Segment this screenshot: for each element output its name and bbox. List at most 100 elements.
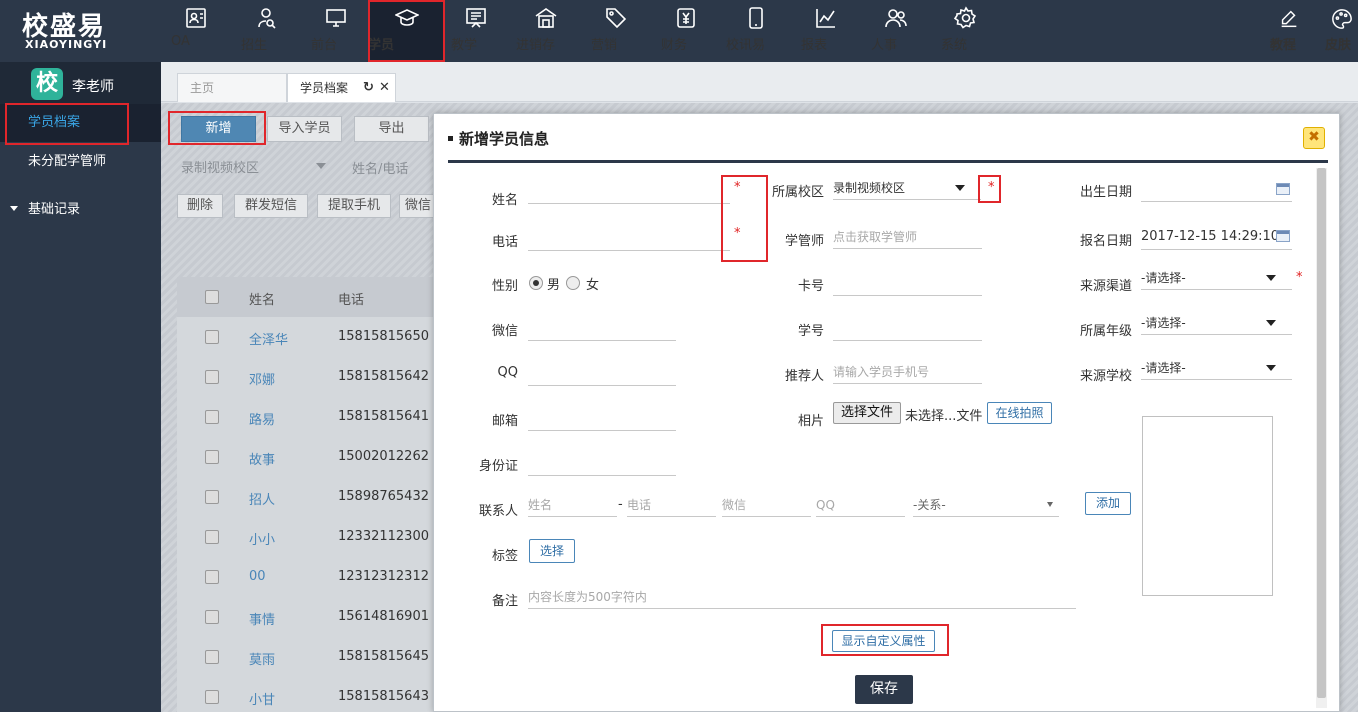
contact-relation-select[interactable]: -关系- [913,493,1059,517]
email-input[interactable] [528,407,676,431]
sidebar-item-student-records[interactable]: 学员档案 [0,104,161,142]
referrer-input[interactable] [833,360,982,384]
student-name-link[interactable]: 事情 [249,609,275,628]
header-phone: 电话 [338,293,365,308]
card-no-input[interactable] [833,272,982,296]
row-checkbox[interactable] [205,610,219,624]
enroll-date-value[interactable]: 2017-12-15 14:29:10 [1141,229,1279,244]
remark-input[interactable] [528,585,1076,609]
contact-add-button[interactable]: 添加 [1085,492,1131,515]
calendar-icon[interactable] [1276,183,1290,195]
student-phone: 15898765432 [338,489,429,504]
enroll-date-label: 报名日期 [1079,234,1132,249]
student-name-link[interactable]: 招人 [249,489,275,508]
source-school-select[interactable]: -请选择- [1141,356,1292,380]
contact-phone-input[interactable] [627,493,716,517]
nav-school-news[interactable]: 校讯易 [726,0,786,62]
nav-skin[interactable]: 皮肤 [1325,0,1358,62]
online-photo-button[interactable]: 在线拍照 [987,402,1052,424]
nav-tutorial[interactable]: 教程 [1270,0,1308,62]
logo: 校盛易 XIAOYINGYI [0,0,160,62]
nav-system[interactable]: 系统 [941,0,991,62]
campus-select[interactable]: 录制视频校区 [833,176,981,200]
palette-icon [1331,9,1352,29]
student-no-input[interactable] [833,317,982,341]
show-custom-attributes-button[interactable]: 显示自定义属性 [832,630,935,652]
row-checkbox[interactable] [205,450,219,464]
nav-inventory[interactable]: 进销存 [516,0,576,62]
row-checkbox[interactable] [205,330,219,344]
gender-male-radio[interactable] [529,276,543,290]
delete-button[interactable]: 删除 [177,194,223,218]
person-search-icon [258,8,276,29]
close-tab-icon[interactable]: ✕ [379,74,390,102]
select-all-checkbox[interactable] [205,290,219,304]
id-card-input[interactable] [528,452,676,476]
tab-home[interactable]: 主页 [177,73,287,102]
student-name-link[interactable]: 00 [249,569,266,584]
title-divider [448,160,1328,163]
student-name-link[interactable]: 小甘 [249,689,275,708]
manager-input[interactable] [833,225,982,249]
add-button[interactable]: 新增 [181,116,256,142]
nav-teaching[interactable]: 教学 [451,0,501,62]
scrollbar-thumb[interactable] [1317,168,1326,698]
tab-student-records[interactable]: 学员档案 ↻ ✕ [287,73,396,102]
row-checkbox[interactable] [205,410,219,424]
search-input[interactable]: 姓名/电话 [352,158,408,177]
nav-frontdesk[interactable]: 前台 [311,0,361,62]
row-checkbox[interactable] [205,370,219,384]
student-name-link[interactable]: 小小 [249,529,275,548]
nav-label: OA [171,34,190,49]
row-checkbox[interactable] [205,690,219,704]
close-dialog-button[interactable]: ✖ [1303,127,1325,149]
student-name-link[interactable]: 莫雨 [249,649,275,668]
contact-name-input[interactable] [528,493,617,517]
row-checkbox[interactable] [205,570,219,584]
source-channel-select[interactable]: -请选择- [1141,266,1292,290]
gender-female-radio[interactable] [566,276,580,290]
nav-reports[interactable]: 报表 [801,0,851,62]
nav-hr[interactable]: 人事 [871,0,921,62]
import-students-button[interactable]: 导入学员 [267,116,342,142]
nav-students[interactable]: 学员 [368,0,445,62]
sidebar-item-unassigned-manager[interactable]: 未分配学管师 [0,143,161,181]
campus-filter[interactable]: 录制视频校区 [181,157,259,176]
calendar-icon[interactable] [1276,230,1290,242]
save-button[interactable]: 保存 [855,675,913,704]
choose-file-button[interactable]: 选择文件 [833,402,901,424]
tag-select-button[interactable]: 选择 [529,539,575,563]
student-name-link[interactable]: 故事 [249,449,275,468]
contact-qq-input[interactable] [816,493,905,517]
contacts-icon [186,8,206,28]
row-checkbox[interactable] [205,650,219,664]
nav-oa[interactable]: OA [171,0,221,62]
store-icon [535,8,557,28]
bulk-sms-button[interactable]: 群发短信 [234,194,308,218]
dialog-scrollbar[interactable] [1316,168,1327,708]
relation-select-value: -关系- [913,498,946,512]
qq-input[interactable] [528,362,676,386]
grade-select[interactable]: -请选择- [1141,311,1292,335]
nav-marketing[interactable]: 营销 [591,0,641,62]
row-checkbox[interactable] [205,490,219,504]
row-checkbox[interactable] [205,530,219,544]
sidebar-group-basic-records[interactable]: 基础记录 [0,195,161,225]
name-input[interactable] [528,180,730,204]
gender-male-label: 男 [547,278,561,293]
nav-finance[interactable]: 财务 [661,0,711,62]
email-label: 邮箱 [491,414,518,429]
student-name-link[interactable]: 全泽华 [249,329,288,348]
student-name-link[interactable]: 路易 [249,409,275,428]
wechat-button[interactable]: 微信 [399,194,437,218]
phone-input[interactable] [528,227,730,251]
wechat-input[interactable] [528,317,676,341]
contact-wechat-input[interactable] [722,493,811,517]
nav-enrollment[interactable]: 招生 [241,0,291,62]
extract-phone-button[interactable]: 提取手机 [317,194,391,218]
student-phone: 15815815645 [338,649,429,664]
birth-date-input[interactable] [1141,178,1292,202]
student-name-link[interactable]: 邓娜 [249,369,275,388]
export-button[interactable]: 导出 [354,116,429,142]
refresh-icon[interactable]: ↻ [363,74,374,102]
